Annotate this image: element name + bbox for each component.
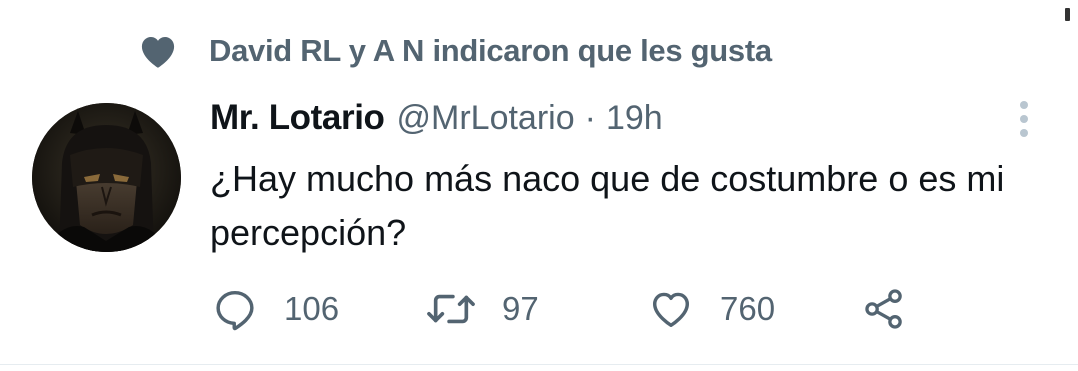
like-count: 760 — [720, 290, 776, 327]
batman-avatar — [32, 103, 181, 252]
reply-count: 106 — [284, 290, 340, 327]
social-context: David RL y A N indicaron que les gusta — [137, 30, 772, 72]
author-handle[interactable]: @MrLotario — [397, 99, 575, 138]
tweet-timestamp[interactable]: 19h — [606, 99, 663, 138]
like-button[interactable]: 760 — [648, 284, 775, 334]
share-button[interactable] — [862, 284, 906, 334]
reply-icon — [216, 290, 254, 331]
heart-icon — [141, 37, 175, 68]
avatar[interactable] — [32, 103, 181, 252]
retweet-icon — [427, 294, 475, 324]
share-icon — [865, 289, 902, 329]
heart-outline-icon — [652, 292, 690, 328]
retweet-button[interactable]: 97 — [426, 284, 539, 334]
scrollbar-thumb[interactable] — [1065, 8, 1070, 21]
tweet-text: ¿Hay mucho más naco que de costumbre o e… — [210, 158, 1005, 253]
tweet-header: Mr. Lotario @MrLotario · 19h — [210, 98, 663, 138]
author-display-name[interactable]: Mr. Lotario — [210, 98, 385, 138]
separator-dot: · — [584, 99, 596, 137]
reply-button[interactable]: 106 — [212, 284, 339, 334]
divider — [0, 364, 1078, 365]
more-vertical-icon[interactable] — [1014, 100, 1034, 138]
social-context-text[interactable]: David RL y A N indicaron que les gusta — [209, 33, 772, 69]
retweet-count: 97 — [502, 290, 539, 327]
